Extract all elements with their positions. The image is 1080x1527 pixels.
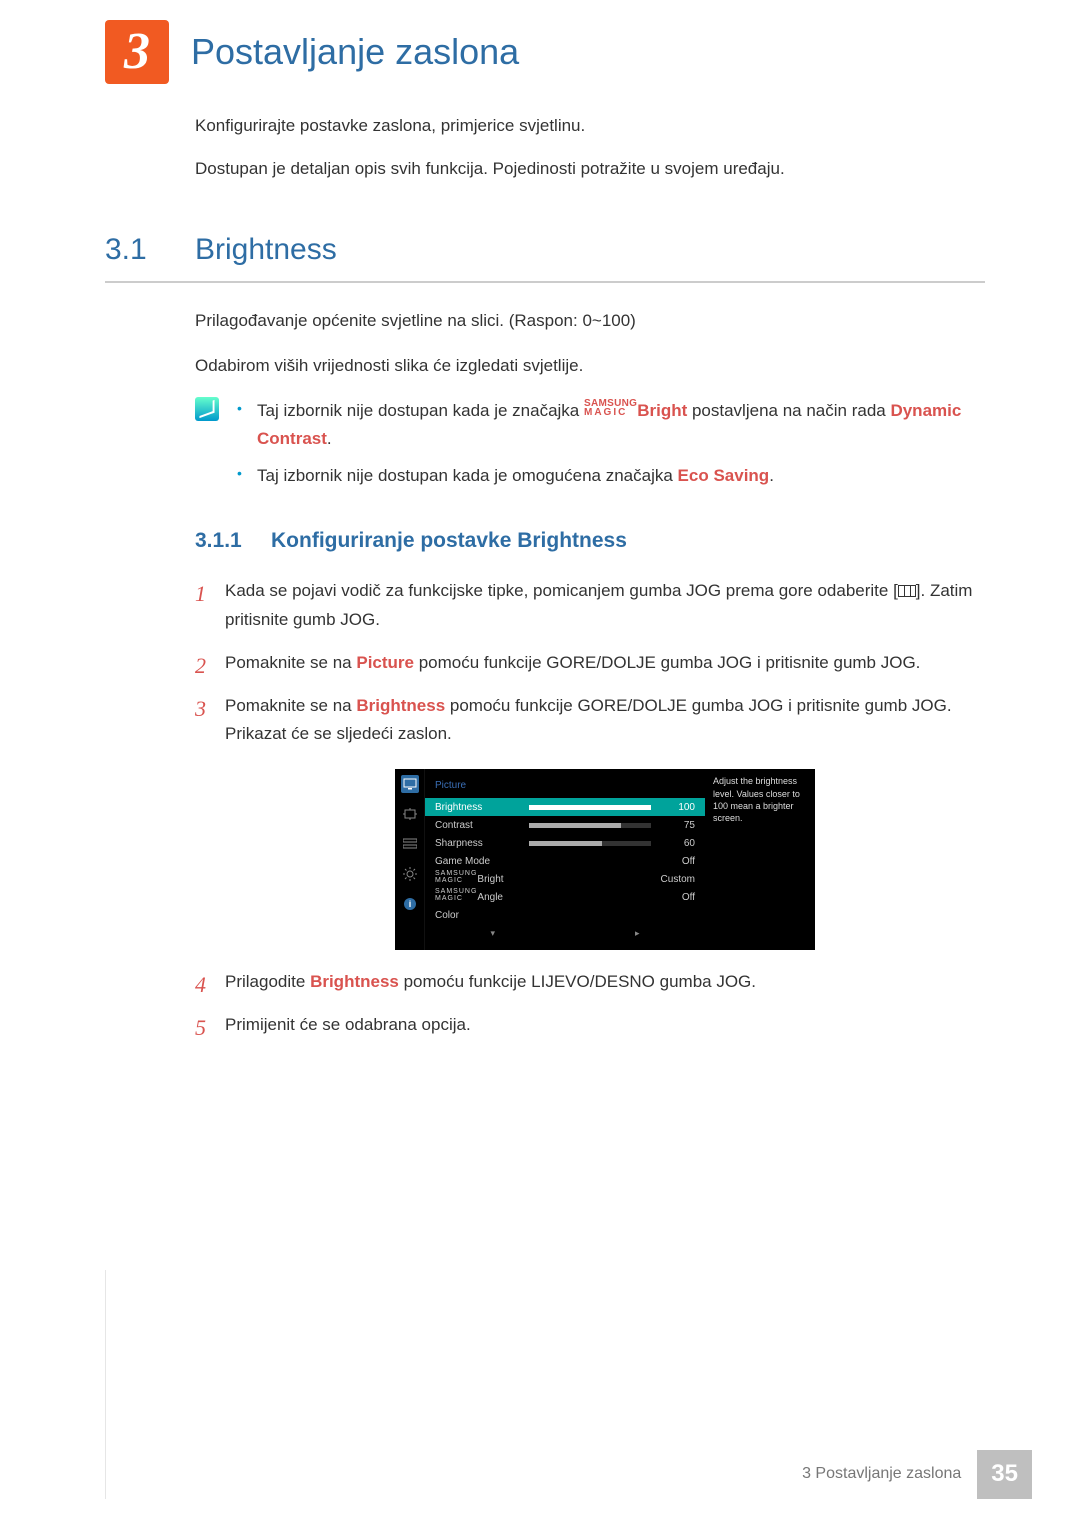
osd-row-magic-angle: SAMSUNGMAGICAngle Off xyxy=(425,888,705,906)
step-5: Primijenit će se odabrana opcija. xyxy=(195,1011,985,1040)
subsection-header: 3.1.1 Konfiguriranje postavke Brightness xyxy=(195,523,985,559)
chapter-header: 3 Postavljanje zaslona xyxy=(105,20,985,84)
intro-line-2: Dostupan je detaljan opis svih funkcija.… xyxy=(195,155,985,184)
subsection-title: Konfiguriranje postavke Brightness xyxy=(271,523,627,559)
step-1: Kada se pojavi vodič za funkcijske tipke… xyxy=(195,577,985,635)
step-2: Pomaknite se na Picture pomoću funkcije … xyxy=(195,649,985,678)
osd-tab-picture-icon xyxy=(401,775,419,793)
page-footer: 3 Postavljanje zaslona 35 xyxy=(786,1450,1032,1499)
osd-panel-title: Picture xyxy=(425,773,705,798)
section-title: Brightness xyxy=(195,224,337,275)
chapter-intro: Konfigurirajte postavke zaslona, primjer… xyxy=(195,112,985,184)
osd-row-sharpness: Sharpness 60 xyxy=(425,834,705,852)
osd-sidebar: i xyxy=(395,769,425,949)
section-header: 3.1 Brightness xyxy=(105,224,985,283)
subsection-number: 3.1.1 xyxy=(195,523,271,559)
note-item-1: Taj izbornik nije dostupan kada je znača… xyxy=(237,397,985,455)
svg-text:i: i xyxy=(408,899,411,909)
osd-tab-info-icon: i xyxy=(401,895,419,913)
osd-tab-options-icon xyxy=(401,835,419,853)
note-icon xyxy=(195,397,219,421)
footer-rule xyxy=(105,1270,106,1499)
osd-row-contrast: Contrast 75 xyxy=(425,816,705,834)
step-3: Pomaknite se na Brightness pomoću funkci… xyxy=(195,692,985,950)
intro-line-1: Konfigurirajte postavke zaslona, primjer… xyxy=(195,112,985,141)
osd-nav-arrows: ▾ ▸ xyxy=(425,924,705,945)
note-block: Taj izbornik nije dostupan kada je znača… xyxy=(195,397,985,500)
footer-chapter-label: 3 Postavljanje zaslona xyxy=(786,1450,977,1499)
footer-page-number: 35 xyxy=(977,1450,1032,1499)
osd-row-color: Color xyxy=(425,906,705,924)
step-4: Prilagodite Brightness pomoću funkcije L… xyxy=(195,968,985,997)
section-desc-1: Prilagođavanje općenite svjetline na sli… xyxy=(195,307,985,336)
osd-tab-size-icon xyxy=(401,805,419,823)
section-desc-2: Odabirom viših vrijednosti slika će izgl… xyxy=(195,352,985,381)
osd-help-text: Adjust the brightness level. Values clos… xyxy=(705,769,815,949)
note-item-2: Taj izbornik nije dostupan kada je omogu… xyxy=(237,462,985,491)
osd-row-brightness: Brightness 100 xyxy=(425,798,705,816)
osd-row-magic-bright: SAMSUNGMAGICBright Custom xyxy=(425,870,705,888)
nav-right-icon: ▸ xyxy=(635,926,640,941)
chapter-title: Postavljanje zaslona xyxy=(191,21,519,82)
osd-row-game-mode: Game Mode Off xyxy=(425,852,705,870)
osd-tab-settings-icon xyxy=(401,865,419,883)
chapter-number-badge: 3 xyxy=(105,20,169,84)
menu-icon xyxy=(898,585,916,597)
osd-screenshot: i Picture Brightness 100 Contrast xyxy=(395,769,815,949)
section-number: 3.1 xyxy=(105,224,195,275)
nav-down-icon: ▾ xyxy=(490,926,495,941)
